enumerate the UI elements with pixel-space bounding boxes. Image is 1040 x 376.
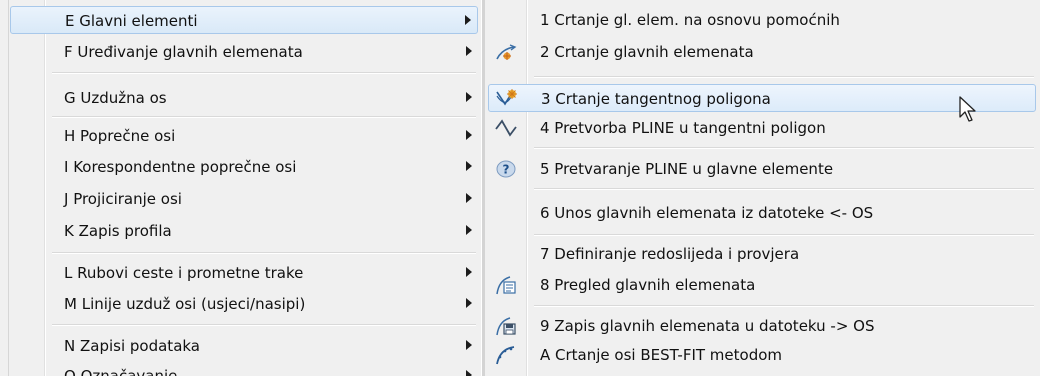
menu-separator [52,324,476,326]
save-elements-icon [494,315,518,337]
submenu-item-label: 1 Crtanje gl. elem. na osnovu pomoćnih [540,11,840,29]
submenu-arrow-icon [466,225,472,235]
menu-item-glavni-elementi[interactable]: E Glavni elementi [10,6,478,34]
menu-item-label: L Rubovi ceste i prometne trake [64,264,304,282]
submenu-item-2[interactable]: 2 Crtanje glavnih elemenata [488,38,1036,66]
menu-item-label: O Označavanje [64,367,178,376]
submenu-arrow-icon [466,46,472,56]
menu-item-linije-uzduz[interactable]: M Linije uzduž osi (usjeci/nasipi) [10,290,478,318]
menu-separator [52,252,476,254]
submenu-arrow-icon [466,340,472,350]
menu-item-label: N Zapisi podataka [64,337,200,355]
submenu-item-a[interactable]: A Crtanje osi BEST-FIT metodom [488,341,1036,369]
menu-separator [534,234,1034,236]
menu-separator [534,76,1034,78]
menu-separator [52,116,476,118]
menu-item-poprecne-osi[interactable]: H Poprečne osi [10,122,478,150]
menu-item-label: K Zapis profila [64,222,172,240]
submenu-arrow-icon [465,15,471,25]
submenu-item-8[interactable]: 8 Pregled glavnih elemenata [488,271,1036,299]
menu-item-label: F Uređivanje glavnih elemenata [64,43,303,61]
submenu-arrow-icon [466,267,472,277]
menu-border [481,0,485,376]
cascading-menu-screenshot: E Glavni elementi F Uređivanje glavnih e… [0,0,1040,376]
submenu-item-1[interactable]: 1 Crtanje gl. elem. na osnovu pomoćnih [488,6,1036,34]
menu-separator [534,305,1034,307]
menu-separator [534,188,1034,190]
svg-text:?: ? [503,163,510,177]
submenu-item-label: 3 Crtanje tangentnog poligona [541,90,771,108]
glavni-elementi-submenu: 1 Crtanje gl. elem. na osnovu pomoćnih 2… [486,0,1040,376]
submenu-arrow-icon [466,370,472,376]
review-elements-icon [494,274,518,296]
menu-separator [534,147,1034,149]
help-question-icon: ? [494,158,518,180]
submenu-item-label: 6 Unos glavnih elemenata iz datoteke <- … [540,204,874,222]
submenu-item-label: 4 Pretvorba PLINE u tangentni poligon [540,119,826,137]
submenu-arrow-icon [466,193,472,203]
submenu-arrow-icon [466,161,472,171]
menu-item-label: H Poprečne osi [64,127,176,145]
submenu-item-label: 2 Crtanje glavnih elemenata [540,43,754,61]
submenu-item-5[interactable]: ? 5 Pretvaranje PLINE u glavne elemente [488,155,1036,183]
menu-item-uzduzna-os[interactable]: G Uzdužna os [10,84,478,112]
menu-item-oznacavanje[interactable]: O Označavanje [10,362,478,376]
tangent-polygon-icon [495,88,519,110]
submenu-arrow-icon [466,130,472,140]
submenu-item-label: 5 Pretvaranje PLINE u glavne elemente [540,160,834,178]
submenu-arrow-icon [466,92,472,102]
menu-item-label: I Korespondentne poprečne osi [64,158,297,176]
menu-item-label: M Linije uzduž osi (usjeci/nasipi) [64,295,306,313]
submenu-item-label: 8 Pregled glavnih elemenata [540,276,756,294]
menu-item-label: J Projiciranje osi [64,190,182,208]
submenu-item-4[interactable]: 4 Pretvorba PLINE u tangentni poligon [488,114,1036,142]
menu-item-label: G Uzdužna os [64,89,167,107]
mouse-pointer-icon [958,95,980,123]
submenu-item-7[interactable]: 7 Definiranje redoslijeda i provjera [488,240,1036,268]
menu-item-zapisi-podataka[interactable]: N Zapisi podataka [10,332,478,360]
submenu-item-label: 9 Zapis glavnih elemenata u datoteku -> … [540,317,875,335]
submenu-item-label: A Crtanje osi BEST-FIT metodom [540,346,783,364]
submenu-item-3[interactable]: 3 Crtanje tangentnog poligona [488,84,1036,112]
menu-item-uredivanje[interactable]: F Uređivanje glavnih elemenata [10,38,478,66]
menu-item-label: E Glavni elementi [65,12,198,30]
parent-menu: E Glavni elementi F Uređivanje glavnih e… [0,0,482,376]
menu-item-zapis-profila[interactable]: K Zapis profila [10,217,478,245]
menu-item-rubovi-ceste[interactable]: L Rubovi ceste i prometne trake [10,259,478,287]
draw-elements-icon [494,41,518,63]
menu-separator [52,72,476,74]
menu-item-projiciranje[interactable]: J Projiciranje osi [10,185,478,213]
submenu-item-9[interactable]: 9 Zapis glavnih elemenata u datoteku -> … [488,312,1036,340]
submenu-item-6[interactable]: 6 Unos glavnih elemenata iz datoteke <- … [488,199,1036,227]
submenu-item-label: 7 Definiranje redoslijeda i provjera [540,245,800,263]
best-fit-curve-icon [494,344,518,366]
submenu-arrow-icon [466,298,472,308]
menu-item-korespondentne[interactable]: I Korespondentne poprečne osi [10,153,478,181]
pline-to-polygon-icon [494,117,518,139]
